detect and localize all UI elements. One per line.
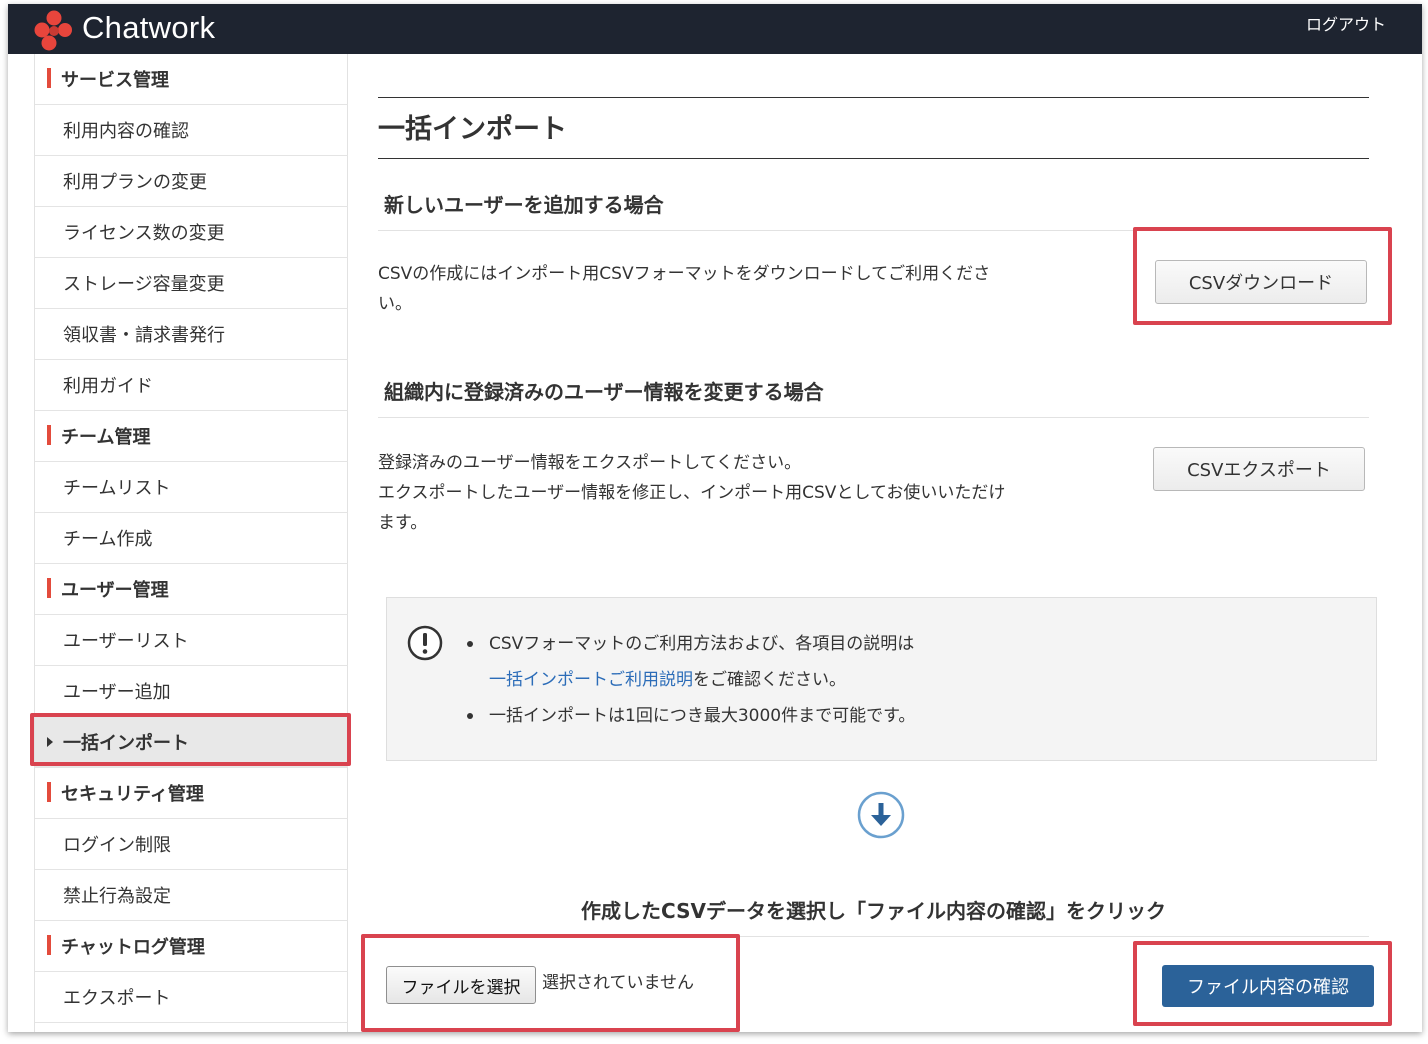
sidebar-item-label: 領収書・請求書発行 [63,325,225,346]
sidebar-item[interactable]: ユーザー追加 [35,666,348,717]
sidebar-item-label: 利用プランの変更 [63,172,207,193]
group-accent-bar [47,425,51,445]
notice-bullet1-text: CSVフォーマットのご利用方法および、各項目の説明は [489,634,915,654]
sidebar-group-header: ユーザー管理 [35,564,348,615]
sidebar-item-label: エクスポート [63,988,171,1009]
sidebar-item[interactable]: チーム作成 [35,513,348,564]
chatwork-logo-icon [34,10,72,51]
csv-export-button[interactable]: CSVエクスポート [1153,447,1365,491]
sidebar-group-header: サービス管理 [35,54,348,105]
notice-bullet2-text: 一括インポートは1回につき最大3000件まで可能です。 [489,706,916,726]
logout-link[interactable]: ログアウト [1306,14,1386,36]
import-guide-link[interactable]: 一括インポートご利用説明 [489,670,693,690]
highlight-box-file [361,934,740,1032]
sidebar-item[interactable]: エクスポート [35,972,348,1023]
new-users-text-line1: CSVの作成にはインポート用CSVフォーマットをダウンロードしてご利用くださ [378,264,991,284]
notice-bullet: CSVフォーマットのご利用方法および、各項目の説明は [467,626,915,662]
sidebar-item-label: 利用ガイド [63,376,153,397]
sidebar-group-header: セキュリティ管理 [35,768,348,819]
existing-users-text-line1: 登録済みのユーザー情報をエクスポートしてください。 [378,453,802,473]
page-title: 一括インポート [378,114,567,145]
sidebar-item-label: 禁止行為設定 [63,886,171,907]
notice-bullet1-rest: をご確認ください。 [693,670,846,690]
group-accent-bar [47,782,51,802]
sidebar-item[interactable]: 利用内容の確認 [35,105,348,156]
sidebar-item-label: チーム作成 [63,529,153,550]
highlight-box-confirm [1133,941,1392,1026]
new-users-heading: 新しいユーザーを追加する場合 [384,193,664,217]
group-accent-bar [47,68,51,88]
highlight-box-sidebar [30,713,351,766]
existing-users-text-line3: ます。 [378,513,428,533]
exclamation-circle-icon [407,625,443,661]
existing-users-heading: 組織内に登録済みのユーザー情報を変更する場合 [384,380,824,404]
sidebar-item-label: チャットログ管理 [61,937,205,958]
sidebar-item-label: ユーザー追加 [63,682,171,703]
section-divider [378,417,1369,418]
brand-name: Chatwork [82,10,216,45]
sidebar-item-label: ユーザー管理 [61,580,169,601]
sidebar-item[interactable]: 禁止行為設定 [35,870,348,921]
existing-users-text-line2: エクスポートしたユーザー情報を修正し、インポート用CSVとしてお使いいただけ [378,483,1006,503]
sidebar-item-label: ログイン制限 [63,835,171,856]
sidebar-group-header: チャットログ管理 [35,921,348,972]
main-content: 一括インポート 新しいユーザーを追加する場合 CSVの作成にはインポート用CSV… [361,54,1422,1032]
sidebar-item[interactable]: 領収書・請求書発行 [35,309,348,360]
sidebar-item-label: ライセンス数の変更 [63,223,225,244]
title-rule-bottom [378,158,1369,159]
group-accent-bar [47,578,51,598]
top-header: Chatwork ログアウト [8,4,1422,54]
select-file-heading: 作成したCSVデータを選択し「ファイル内容の確認」をクリック [581,899,1166,923]
sidebar-group-header: チーム管理 [35,411,348,462]
sidebar-item[interactable]: 利用プランの変更 [35,156,348,207]
notice-box: CSVフォーマットのご利用方法および、各項目の説明は 一括インポートご利用説明を… [386,597,1377,761]
notice-bullet-continued: 一括インポートご利用説明をご確認ください。 [467,662,915,698]
notice-list: CSVフォーマットのご利用方法および、各項目の説明は 一括インポートご利用説明を… [467,626,915,734]
title-rule-top [378,97,1369,98]
sidebar: サービス管理 利用内容の確認 利用プランの変更 ライセンス数の変更 ストレージ容量変更領… [8,54,348,1032]
sidebar-item[interactable]: ライセンス数の変更 [35,207,348,258]
sidebar-item-label: セキュリティ管理 [61,784,204,805]
sidebar-item[interactable]: ログイン制限 [35,819,348,870]
sidebar-item[interactable]: ストレージ容量変更 [35,258,348,309]
sidebar-item[interactable]: チームリスト [35,462,348,513]
sidebar-nav: サービス管理 利用内容の確認 利用プランの変更 ライセンス数の変更 ストレージ容量変更領… [34,54,348,1032]
new-users-text-line2: い。 [378,294,412,314]
group-accent-bar [47,935,51,955]
sidebar-item[interactable]: 利用ガイド [35,360,348,411]
sidebar-item-label: ストレージ容量変更 [63,274,225,295]
app-window: Chatwork ログアウト サービス管理 利用内容の確認 利用プランの変更 ライセン… [8,4,1422,1032]
notice-bullet: 一括インポートは1回につき最大3000件まで可能です。 [467,698,915,734]
sidebar-item-label: チームリスト [63,478,171,499]
sidebar-item-label: 利用内容の確認 [63,121,189,142]
highlight-box-download [1133,227,1392,325]
sidebar-item[interactable]: ユーザーリスト [35,615,348,666]
sidebar-item-label: ユーザーリスト [63,631,189,652]
arrow-down-circle-icon [857,791,905,839]
sidebar-item-label: サービス管理 [61,70,169,91]
sidebar-item-label: チーム管理 [61,427,151,448]
